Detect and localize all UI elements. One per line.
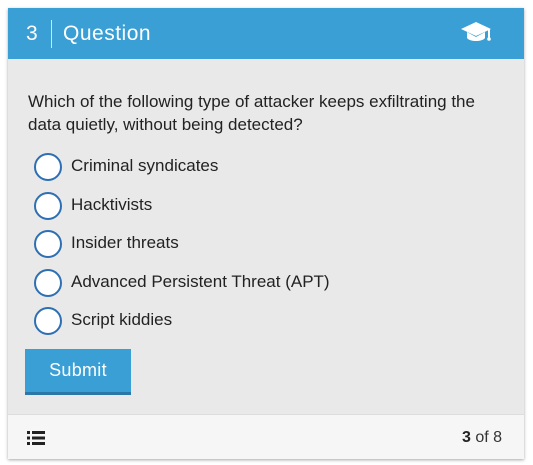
option-label: Insider threats	[71, 233, 179, 252]
option-hacktivists[interactable]: Hacktivists	[34, 191, 454, 221]
question-card: 3 Question Which of the following type o…	[8, 8, 524, 459]
quiz-footer: 3 of 8	[8, 414, 524, 459]
radio-button[interactable]	[34, 153, 62, 181]
question-text: Which of the following type of attacker …	[28, 92, 475, 134]
question-number: 3	[26, 22, 38, 45]
option-label: Criminal syndicates	[71, 156, 219, 175]
option-label: Hacktivists	[71, 195, 153, 214]
question-progress: 3 of 8	[462, 415, 502, 459]
option-label: Script kiddies	[71, 310, 173, 329]
total-questions: of 8	[475, 429, 502, 446]
question-header: 3 Question	[8, 8, 524, 59]
radio-button[interactable]	[34, 307, 62, 335]
option-criminal-syndicates[interactable]: Criminal syndicates	[34, 152, 454, 182]
radio-button[interactable]	[34, 230, 62, 258]
question-title: Question	[63, 22, 152, 45]
list-icon[interactable]	[27, 430, 45, 446]
graduation-cap-icon	[461, 22, 491, 41]
option-script-kiddies[interactable]: Script kiddies	[34, 306, 454, 336]
radio-button[interactable]	[34, 192, 62, 220]
submit-button[interactable]: Submit	[25, 349, 131, 395]
header-divider	[51, 20, 52, 48]
option-insider-threats[interactable]: Insider threats	[34, 229, 454, 259]
option-apt[interactable]: Advanced Persistent Threat (APT)	[34, 268, 454, 298]
option-label: Advanced Persistent Threat (APT)	[71, 272, 330, 291]
current-question-number: 3	[461, 429, 471, 446]
radio-button[interactable]	[34, 269, 62, 297]
